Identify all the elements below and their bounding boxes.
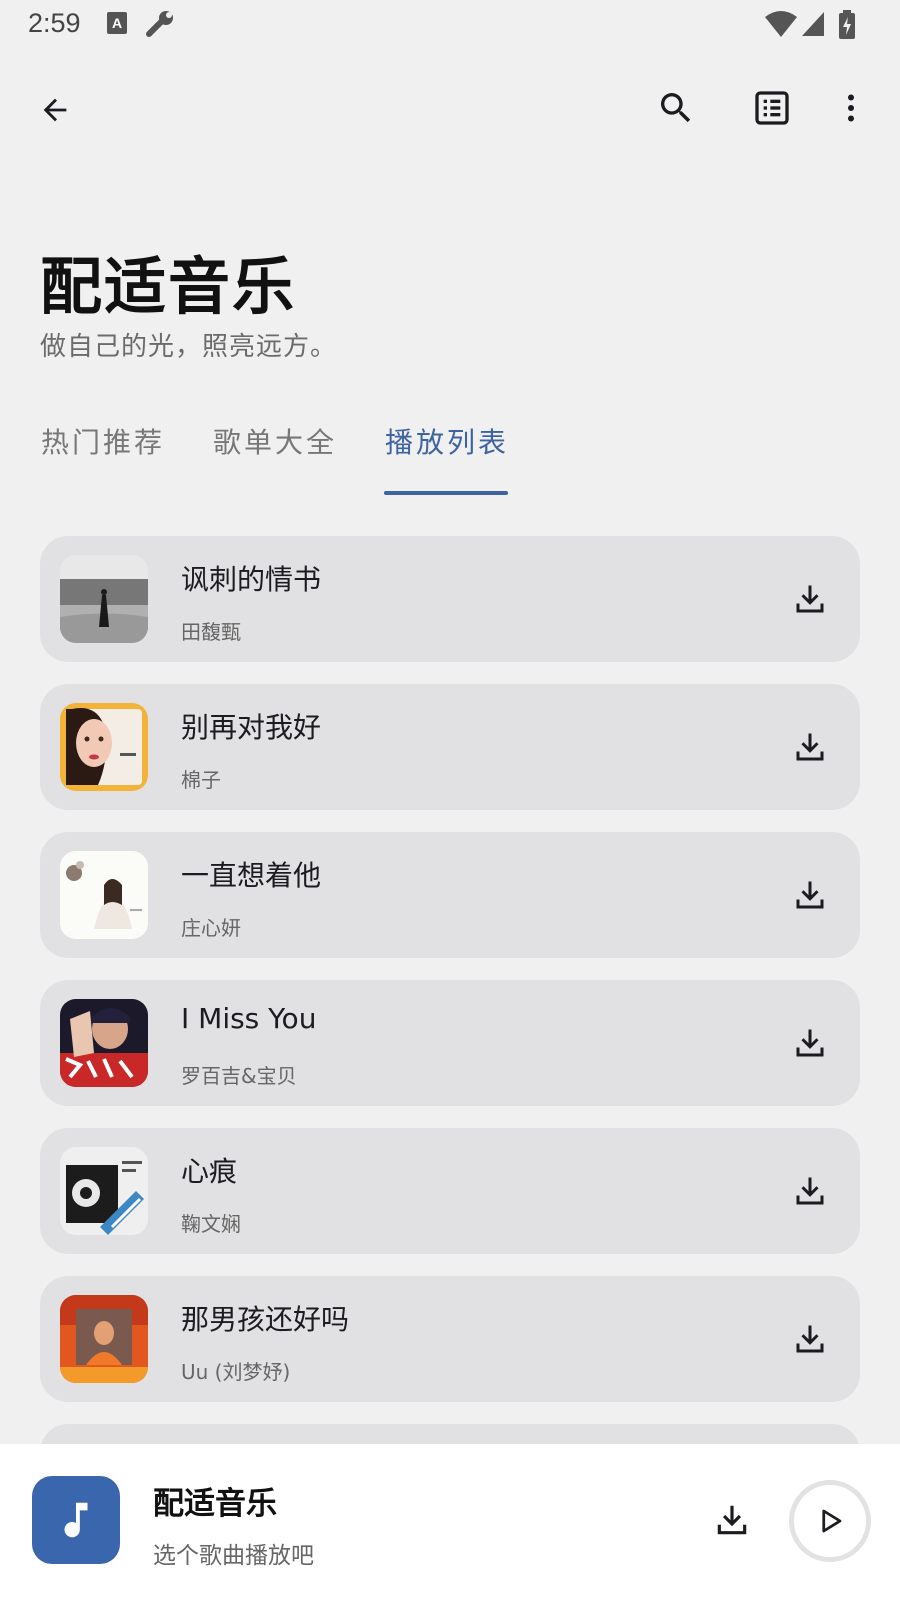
player-title: 配适音乐 — [153, 1486, 277, 1522]
album-cover — [60, 851, 148, 939]
album-cover — [60, 555, 148, 643]
back-arrow-icon — [43, 98, 67, 122]
song-artist: 罗百吉&宝贝 — [181, 1064, 297, 1088]
download-icon — [796, 1177, 824, 1205]
status-bar: 2:59 A — [0, 0, 900, 50]
download-button[interactable] — [780, 569, 840, 629]
tab-bar: 热门推荐 歌单大全 播放列表 — [0, 415, 900, 495]
song-artist: 鞠文娴 — [181, 1212, 241, 1236]
download-button[interactable] — [780, 865, 840, 925]
svg-text:A: A — [112, 15, 122, 31]
album-cover — [60, 1295, 148, 1383]
search-icon — [661, 93, 691, 123]
battery-charging-icon — [838, 10, 856, 44]
song-title: 一直想着他 — [181, 859, 322, 892]
album-cover — [60, 999, 148, 1087]
download-icon — [796, 881, 824, 909]
wifi-icon — [764, 10, 798, 42]
song-row[interactable]: 那男孩还好吗 Uu (刘梦妤) — [40, 1276, 860, 1402]
song-artist: 田馥甄 — [181, 620, 241, 644]
page-subtitle: 做自己的光，照亮远方。 — [40, 332, 338, 362]
player-download-button[interactable] — [702, 1490, 762, 1550]
play-icon — [822, 1509, 842, 1533]
tab-indicator — [384, 491, 508, 495]
song-title: 别再对我好 — [181, 711, 322, 744]
song-artist: 庄心妍 — [181, 916, 241, 940]
song-list: 讽刺的情书 田馥甄 别再对我好 棉子 一直想着他 庄心妍 I Miss You … — [40, 536, 860, 1476]
song-title: 讽刺的情书 — [181, 563, 322, 596]
tab-play-queue[interactable]: 播放列表 — [385, 421, 509, 461]
music-note-icon — [64, 1502, 88, 1538]
a-keyboard-icon: A — [106, 10, 128, 40]
player-subtitle: 选个歌曲播放吧 — [153, 1543, 314, 1569]
download-icon — [717, 1505, 747, 1535]
download-icon — [796, 1325, 824, 1353]
song-artist: Uu (刘梦妤) — [181, 1360, 291, 1384]
status-time: 2:59 — [28, 8, 81, 38]
play-button[interactable] — [789, 1480, 871, 1562]
tab-playlists[interactable]: 歌单大全 — [213, 421, 337, 461]
song-row[interactable]: 一直想着他 庄心妍 — [40, 832, 860, 958]
download-button[interactable] — [780, 1161, 840, 1221]
player-artwork — [32, 1476, 120, 1564]
back-button[interactable] — [25, 80, 85, 140]
top-app-bar — [0, 70, 900, 150]
page-title: 配适音乐 — [40, 250, 297, 323]
list-view-icon — [755, 91, 789, 125]
song-row[interactable]: 心痕 鞠文娴 — [40, 1128, 860, 1254]
search-button[interactable] — [646, 78, 706, 138]
signal-icon — [800, 10, 826, 42]
tab-hot-recommend[interactable]: 热门推荐 — [41, 421, 165, 461]
album-cover — [60, 703, 148, 791]
download-icon — [796, 1029, 824, 1057]
song-row[interactable]: 别再对我好 棉子 — [40, 684, 860, 810]
download-icon — [796, 585, 824, 613]
song-row[interactable]: 讽刺的情书 田馥甄 — [40, 536, 860, 662]
wrench-icon — [145, 10, 175, 42]
song-title: 那男孩还好吗 — [181, 1303, 350, 1336]
more-vert-icon — [848, 94, 854, 122]
download-button[interactable] — [780, 717, 840, 777]
download-button[interactable] — [780, 1013, 840, 1073]
mini-player[interactable]: 配适音乐 选个歌曲播放吧 — [0, 1444, 900, 1600]
download-button[interactable] — [780, 1309, 840, 1369]
more-button[interactable] — [826, 78, 876, 138]
song-title: 心痕 — [181, 1155, 238, 1188]
song-title: I Miss You — [181, 1002, 317, 1035]
list-view-button[interactable] — [742, 78, 802, 138]
album-cover — [60, 1147, 148, 1235]
song-artist: 棉子 — [181, 768, 221, 792]
song-row[interactable]: I Miss You 罗百吉&宝贝 — [40, 980, 860, 1106]
download-icon — [796, 733, 824, 761]
